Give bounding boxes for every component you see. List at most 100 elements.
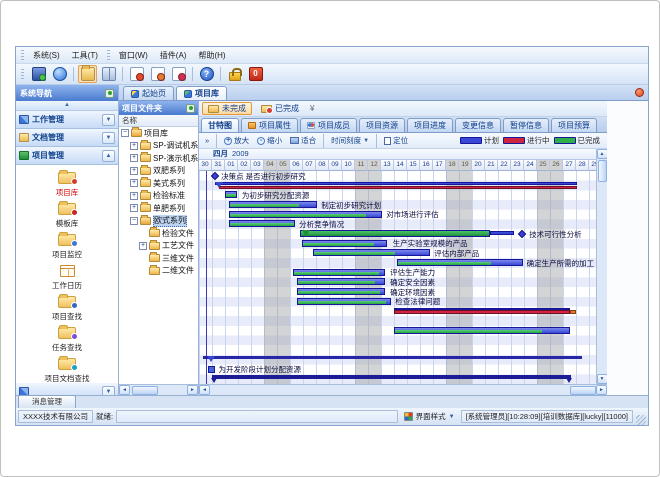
menu-item-4[interactable]: 帮助(H) [192, 49, 231, 62]
zoom-in-button[interactable]: + 放大 [221, 134, 252, 147]
gantt-bar-red[interactable] [394, 310, 570, 314]
exit-button[interactable]: 0 [246, 65, 265, 83]
filter-unfinished-button[interactable]: 未完成 [202, 102, 252, 115]
report-new-button[interactable] [127, 65, 146, 83]
gantt-milestone-mark[interactable] [518, 230, 526, 238]
view-tab-2[interactable]: 项目成员 [300, 118, 357, 132]
tree-item[interactable]: +SP-演示机系 [119, 152, 198, 165]
gantt-bar-summary[interactable] [212, 375, 571, 379]
system-button[interactable] [29, 65, 48, 83]
view-tab-0[interactable]: 甘特图 [201, 118, 239, 132]
tree-item[interactable]: +双肥系列 [119, 165, 198, 178]
gantt-bar-task[interactable] [397, 259, 523, 266]
gantt-bar-tip[interactable] [570, 310, 577, 314]
tab-0[interactable]: 起始页 [123, 86, 174, 100]
resize-grip[interactable] [636, 415, 646, 425]
sidebar-item-6[interactable]: 项目文档查找 [20, 356, 114, 383]
gantt-milestone-mark[interactable] [211, 172, 219, 180]
folder-button[interactable] [78, 65, 97, 83]
view-tab-1[interactable]: 项目属性 [241, 118, 298, 132]
tree-expand-minus-icon[interactable]: − [130, 217, 138, 225]
scroll-up-icon[interactable]: ▲ [597, 149, 608, 159]
scroll-left-icon[interactable]: ◄ [199, 385, 210, 395]
scroll-thumb[interactable] [132, 386, 158, 395]
gantt-bar-plan[interactable] [215, 182, 578, 185]
tree-item[interactable]: 三维文件 [119, 252, 198, 265]
view-tab-3[interactable]: 项目资源 [359, 118, 405, 132]
scroll-thumb[interactable] [570, 386, 596, 395]
pin-icon[interactable] [105, 89, 114, 98]
tree-expand-plus-icon[interactable]: + [130, 154, 138, 162]
tree-expand-plus-icon[interactable]: + [130, 204, 138, 212]
locate-button[interactable]: 定位 [381, 134, 411, 147]
tree-horizontal-scrollbar[interactable]: ◄ ► [119, 384, 198, 395]
sidebar-item-5[interactable]: 任务查找 [20, 325, 114, 353]
tree-item[interactable]: 二维文件 [119, 265, 198, 278]
toolbar-overflow-button[interactable]: » [202, 134, 212, 147]
gantt-bar-task[interactable] [313, 249, 430, 256]
report-delete-button[interactable] [169, 65, 188, 83]
gantt-bar-task[interactable] [297, 288, 385, 295]
gantt-bar-task[interactable] [297, 278, 385, 285]
gantt-tri-mark[interactable] [215, 182, 223, 188]
tree-item[interactable]: −项目库 [119, 127, 198, 140]
tree-item[interactable]: +SP-调试机系 [119, 140, 198, 153]
sidebar-group-2[interactable]: 项目管理▲ [16, 147, 118, 165]
tree-expand-plus-icon[interactable]: + [130, 167, 138, 175]
filter-symbol[interactable]: ¥ [310, 104, 314, 113]
report-modify-button[interactable] [148, 65, 167, 83]
view-tab-7[interactable]: 项目预算 [551, 118, 597, 132]
menu-item-3[interactable]: 插件(A) [154, 49, 193, 62]
gantt-bar-task[interactable] [225, 191, 237, 198]
tree-item[interactable]: +单肥系列 [119, 202, 198, 215]
sidebar-collapse-strip[interactable]: ▲ [16, 101, 118, 111]
gantt-bar-plan[interactable] [490, 231, 513, 235]
gantt-bar-task[interactable] [394, 327, 570, 334]
scroll-left-icon[interactable]: ◄ [119, 385, 130, 395]
help-button[interactable]: ? [197, 65, 216, 83]
tree-item[interactable]: +检验标准 [119, 190, 198, 203]
tree-expand-plus-icon[interactable]: + [130, 192, 138, 200]
ui-style-dropdown[interactable]: 界面样式 ▼ [401, 410, 458, 423]
sidebar-item-0[interactable]: 项目库 [20, 170, 114, 198]
menu-item-2[interactable]: 窗口(W) [113, 49, 154, 62]
gantt-square-mark[interactable] [208, 366, 215, 373]
chevron-down-icon[interactable]: ▼ [102, 386, 115, 396]
gantt-bar-task[interactable] [229, 211, 382, 218]
gantt-bar-task[interactable] [293, 269, 385, 276]
globe-button[interactable] [50, 65, 69, 83]
view-tab-4[interactable]: 项目进度 [407, 118, 453, 132]
sidebar-item-1[interactable]: 模板库 [20, 201, 114, 229]
view-tab-5[interactable]: 变更信息 [455, 118, 501, 132]
tab-1[interactable]: 项目库 [176, 86, 227, 100]
sidebar-item-4[interactable]: 项目查找 [20, 294, 114, 322]
sidebar-group-1[interactable]: 文档管理▼ [16, 129, 118, 147]
gantt-down-arrow-mark[interactable] [302, 230, 310, 237]
gantt-bar-done[interactable] [300, 230, 490, 237]
gantt-horizontal-scrollbar[interactable]: ◄ ► [199, 384, 607, 395]
chevron-up-icon[interactable]: ▲ [102, 150, 115, 162]
sidebar-group-0[interactable]: 工作管理▼ [16, 111, 118, 129]
chevron-down-icon[interactable]: ▼ [102, 132, 115, 144]
gantt-bar-red[interactable] [219, 186, 578, 189]
scroll-right-icon[interactable]: ► [187, 385, 198, 395]
zoom-out-button[interactable]: - 缩小 [254, 134, 285, 147]
gantt-bar-sline[interactable] [203, 356, 583, 359]
scroll-down-icon[interactable]: ▼ [597, 374, 608, 384]
fit-button[interactable]: 适合 [287, 134, 319, 147]
tree-item[interactable]: +工艺文件 [119, 240, 198, 253]
gantt-bar-task[interactable] [229, 201, 317, 208]
sidebar-item-2[interactable]: 项目监控 [20, 232, 114, 260]
close-tab-icon[interactable] [635, 88, 644, 97]
chevron-down-icon[interactable]: ▼ [102, 114, 115, 126]
gantt-bar-task[interactable] [302, 240, 388, 247]
tree-item[interactable]: +美式系列 [119, 177, 198, 190]
tree-expand-minus-icon[interactable]: − [121, 129, 129, 137]
scroll-right-icon[interactable]: ► [596, 385, 607, 395]
sidebar-item-3[interactable]: 工作日历 [20, 263, 114, 291]
windows-button[interactable] [99, 65, 118, 83]
scroll-thumb[interactable] [598, 160, 607, 182]
tree-expand-plus-icon[interactable]: + [130, 179, 138, 187]
pin-icon[interactable] [186, 104, 195, 113]
tree-item[interactable]: 检验文件 [119, 227, 198, 240]
